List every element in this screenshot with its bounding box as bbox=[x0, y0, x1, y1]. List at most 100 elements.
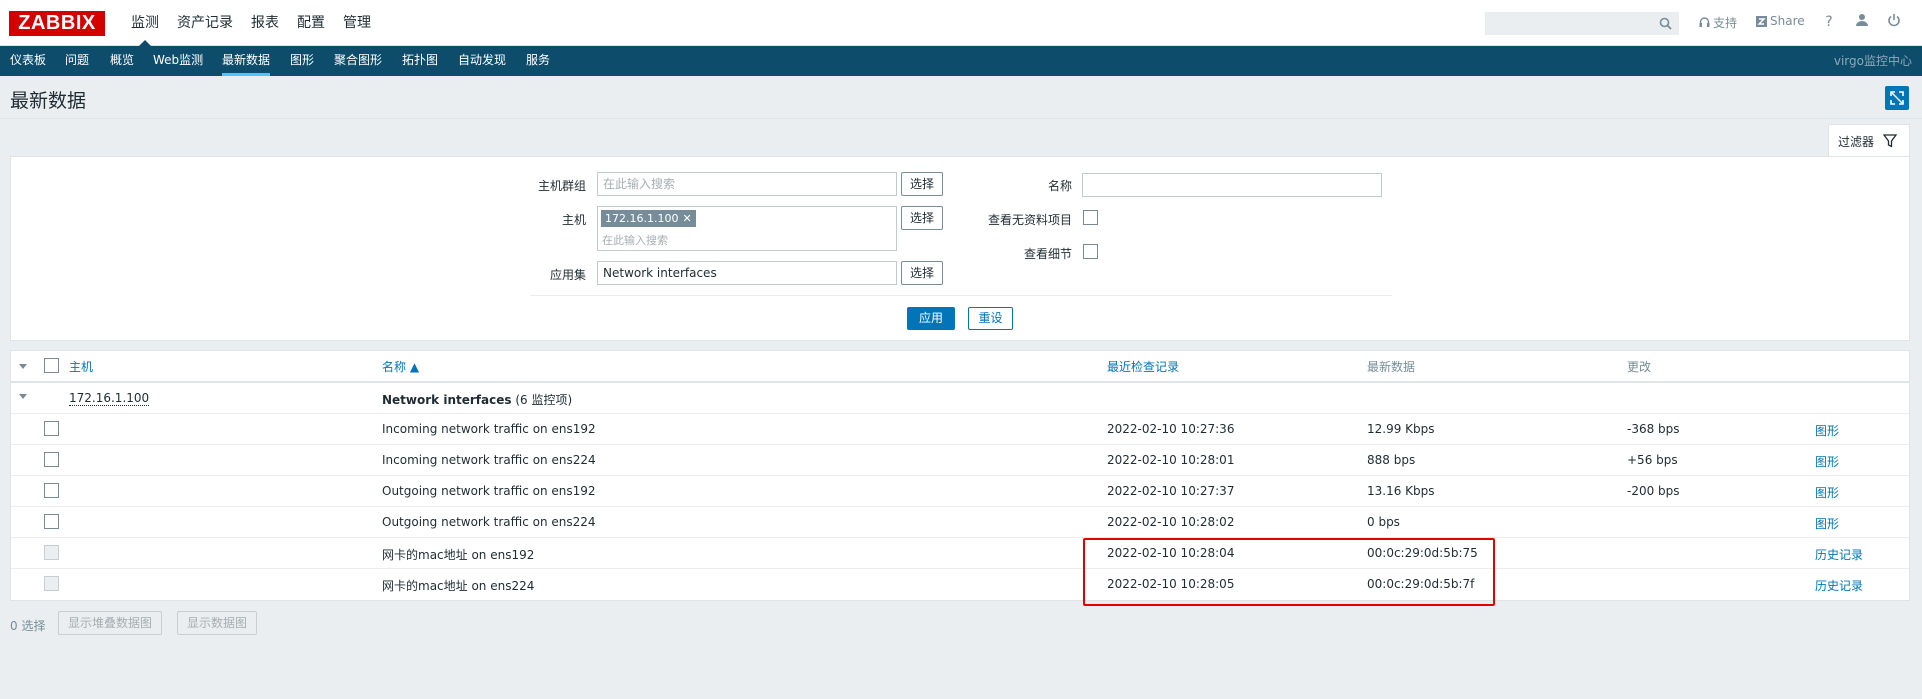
item-name: Incoming network traffic on ens224 bbox=[382, 453, 596, 467]
filter-tab[interactable]: 过滤器 bbox=[1828, 124, 1910, 157]
column-header-host[interactable]: 主机 bbox=[69, 358, 93, 375]
history-link[interactable]: 历史记录 bbox=[1815, 577, 1863, 594]
graph-link[interactable]: 图形 bbox=[1815, 453, 1839, 470]
last-check-time: 2022-02-10 10:28:01 bbox=[1107, 453, 1235, 467]
row-checkbox[interactable] bbox=[44, 514, 59, 529]
host-tag-label: 172.16.1.100 bbox=[605, 212, 679, 225]
last-value: 0 bps bbox=[1367, 515, 1400, 529]
graph-link[interactable]: 图形 bbox=[1815, 484, 1839, 501]
row-checkbox-disabled bbox=[44, 545, 59, 560]
column-header-last-value: 最新数据 bbox=[1367, 360, 1416, 374]
application-select-button[interactable]: 选择 bbox=[901, 261, 944, 285]
last-check-time: 2022-02-10 10:27:36 bbox=[1107, 422, 1235, 436]
last-check-time: 2022-02-10 10:28:02 bbox=[1107, 515, 1235, 529]
row-divider bbox=[11, 475, 1909, 476]
header-divider bbox=[0, 118, 1922, 119]
host-label: 主机 bbox=[561, 213, 586, 227]
main-menu-configuration[interactable]: 配置 bbox=[288, 0, 334, 46]
main-menu-monitoring[interactable]: 监测 bbox=[122, 0, 168, 47]
item-name: Outgoing network traffic on ens224 bbox=[382, 515, 596, 529]
row-divider bbox=[11, 413, 1909, 414]
main-menu-reports[interactable]: 报表 bbox=[242, 0, 288, 46]
subnav-latest-data[interactable]: 最新数据 bbox=[222, 46, 271, 76]
apply-button[interactable]: 应用 bbox=[907, 307, 955, 330]
highlight-annotation-box bbox=[1083, 538, 1495, 606]
support-label: 支持 bbox=[1713, 16, 1738, 30]
row-divider bbox=[11, 537, 1909, 538]
main-menu: 监测 资产记录 报表 配置 管理 bbox=[122, 0, 380, 47]
host-search-placeholder[interactable]: 在此输入搜索 bbox=[602, 232, 668, 248]
show-without-data-label: 查看无资料项目 bbox=[987, 213, 1072, 227]
reset-button[interactable]: 重设 bbox=[968, 307, 1013, 330]
host-select-button[interactable]: 选择 bbox=[901, 206, 944, 230]
subnav-maps[interactable]: 拓扑图 bbox=[402, 46, 438, 76]
row-checkbox[interactable] bbox=[44, 483, 59, 498]
row-divider bbox=[11, 444, 1909, 445]
row-checkbox[interactable] bbox=[44, 421, 59, 436]
column-header-name[interactable]: 名称 ▲ bbox=[382, 358, 419, 375]
item-name: Incoming network traffic on ens192 bbox=[382, 422, 596, 436]
subnav-web-monitoring[interactable]: Web监测 bbox=[153, 46, 203, 76]
last-value: 12.99 Kbps bbox=[1367, 422, 1435, 436]
host-group-select-button[interactable]: 选择 bbox=[901, 172, 944, 196]
help-icon[interactable]: ? bbox=[1820, 13, 1838, 31]
filter-panel bbox=[10, 156, 1910, 341]
group-item-count: (6 监控项) bbox=[515, 393, 573, 407]
group-application-name: Network interfaces bbox=[382, 393, 512, 407]
name-input[interactable] bbox=[1082, 173, 1382, 197]
application-input[interactable]: Network interfaces bbox=[597, 261, 897, 285]
group-host-link[interactable]: 172.16.1.100 bbox=[69, 391, 150, 406]
column-header-last-check[interactable]: 最近检查记录 bbox=[1107, 358, 1179, 375]
last-value: 13.16 Kbps bbox=[1367, 484, 1435, 498]
main-menu-administration[interactable]: 管理 bbox=[334, 0, 380, 46]
global-search-input[interactable] bbox=[1485, 12, 1679, 35]
headset-icon bbox=[1699, 17, 1710, 27]
display-stacked-graph-button[interactable]: 显示堆叠数据图 bbox=[58, 611, 163, 635]
main-menu-inventory[interactable]: 资产记录 bbox=[168, 0, 242, 46]
collapse-all-icon[interactable] bbox=[19, 364, 27, 369]
collapse-group-icon[interactable] bbox=[19, 394, 27, 399]
sub-navigation: 仪表板 问题 概览 Web监测 最新数据 图形 聚合图形 拓扑图 自动发现 服务… bbox=[0, 46, 1922, 76]
show-details-checkbox[interactable] bbox=[1083, 244, 1098, 259]
share-label: Share bbox=[1770, 14, 1805, 28]
host-group-label: 主机群组 bbox=[537, 179, 586, 193]
subnav-overview[interactable]: 概览 bbox=[110, 46, 134, 76]
host-tag: 172.16.1.100 ✕ bbox=[601, 210, 696, 227]
subnav-problems[interactable]: 问题 bbox=[65, 46, 89, 76]
subnav-dashboard[interactable]: 仪表板 bbox=[10, 46, 46, 76]
selected-count: 0 选择 bbox=[10, 619, 46, 633]
item-name: 网卡的mac地址 on ens192 bbox=[382, 548, 535, 562]
subnav-services[interactable]: 服务 bbox=[526, 46, 550, 76]
filter-divider bbox=[530, 295, 1392, 296]
history-link[interactable]: 历史记录 bbox=[1815, 546, 1863, 563]
row-divider bbox=[11, 568, 1909, 569]
row-checkbox[interactable] bbox=[44, 452, 59, 467]
page-title: 最新数据 bbox=[10, 90, 87, 112]
select-all-checkbox[interactable] bbox=[44, 358, 59, 373]
search-icon[interactable] bbox=[1659, 17, 1672, 30]
support-link[interactable]: 支持 bbox=[1699, 14, 1737, 31]
share-z-icon bbox=[1756, 15, 1767, 27]
share-link[interactable]: Share bbox=[1756, 14, 1805, 28]
header-divider-line bbox=[11, 381, 1909, 383]
subnav-graphs[interactable]: 图形 bbox=[290, 46, 314, 76]
server-name: virgo监控中心 bbox=[1833, 54, 1912, 68]
name-label: 名称 bbox=[1047, 179, 1072, 193]
subnav-discovery[interactable]: 自动发现 bbox=[458, 46, 506, 76]
last-value: 888 bps bbox=[1367, 453, 1416, 467]
show-without-data-checkbox[interactable] bbox=[1083, 210, 1098, 225]
host-group-input[interactable]: 在此输入搜索 bbox=[597, 172, 897, 196]
graph-link[interactable]: 图形 bbox=[1815, 515, 1839, 532]
subnav-screens[interactable]: 聚合图形 bbox=[334, 46, 382, 76]
user-profile-icon[interactable] bbox=[1853, 13, 1871, 31]
display-graph-button[interactable]: 显示数据图 bbox=[177, 611, 258, 635]
group-application: Network interfaces (6 监控项) bbox=[382, 391, 572, 408]
remove-tag-icon[interactable]: ✕ bbox=[682, 210, 691, 227]
zabbix-logo[interactable]: ZABBIX bbox=[9, 11, 105, 36]
change-value: -368 bps bbox=[1627, 422, 1680, 436]
change-value: -200 bps bbox=[1627, 484, 1680, 498]
item-name: 网卡的mac地址 on ens224 bbox=[382, 579, 535, 593]
logout-power-icon[interactable] bbox=[1885, 13, 1903, 31]
graph-link[interactable]: 图形 bbox=[1815, 422, 1839, 439]
fullscreen-button[interactable] bbox=[1885, 86, 1909, 110]
